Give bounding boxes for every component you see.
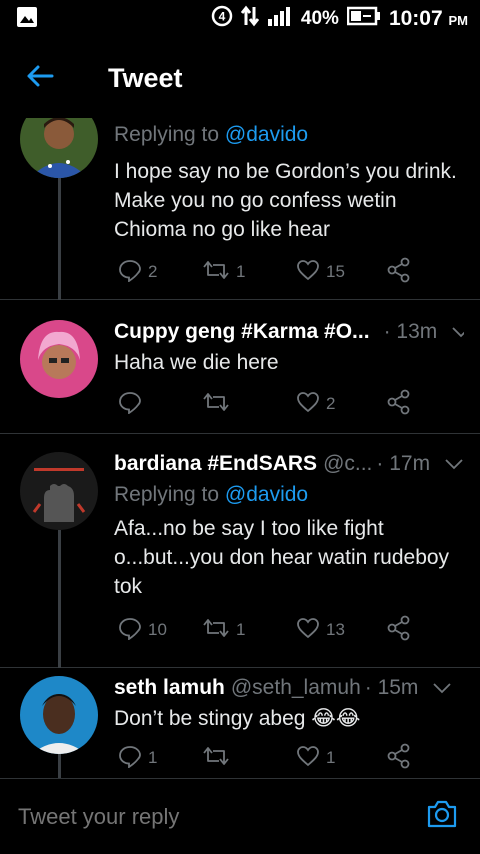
like-button[interactable]: 2 [296,390,335,419]
share-button[interactable] [386,615,412,646]
reply-count: 1 [148,748,158,767]
tweet-actions: 2 [114,388,454,420]
clock: 10:07 PM [388,7,468,30]
reply-button[interactable]: 1 [118,744,157,773]
retweet-count: 1 [236,262,246,281]
display-name[interactable]: Cuppy geng #Karma #O... [114,320,370,344]
camera-button[interactable] [422,797,462,837]
heart-icon [296,616,320,645]
tweet[interactable]: Replying to @davido I hope say no be Gor… [0,118,480,300]
back-button[interactable] [0,38,80,118]
tweet-actions: 1 1 [114,742,454,774]
like-button[interactable]: 1 [296,744,335,773]
data-saver-icon: 4 [211,5,233,33]
timestamp: · 13m [383,320,438,343]
tweet-text: Haha we die here [114,351,279,374]
username[interactable]: @c... [323,452,372,476]
avatar[interactable] [20,118,98,178]
share-icon [386,615,412,646]
timestamp: · 17m [376,452,431,475]
gallery-notification-icon [16,6,38,33]
chevron-down-icon[interactable] [444,452,464,476]
thread-line [58,530,61,668]
tweet-meta: Cuppy geng #Karma #O... · 13m [114,316,464,348]
chevron-down-icon[interactable] [451,320,464,344]
share-button[interactable] [386,389,412,420]
replying-to: Replying to @davido [114,123,309,146]
data-transfer-icon [240,5,260,33]
camera-icon [426,799,458,834]
tweet-meta: bardiana #EndSARS @c... · 17m [114,448,464,480]
share-button[interactable] [386,743,412,774]
thread-line [58,754,61,778]
reply-feed: Replying to @davido I hope say no be Gor… [0,118,480,778]
like-count: 13 [326,620,345,639]
top-app-bar: Tweet [0,38,480,118]
avatar[interactable] [20,452,98,530]
share-icon [386,743,412,774]
retweet-button[interactable] [202,390,236,419]
reply-button[interactable]: 10 [118,616,167,645]
signal-icon [267,5,293,33]
like-count: 2 [326,394,336,413]
username[interactable]: @seth_lamuh [231,676,361,700]
display-name[interactable]: seth lamuh [114,676,225,700]
svg-text:4: 4 [219,10,226,24]
tweet-actions: 2 1 15 [114,256,454,288]
tweet[interactable]: bardiana #EndSARS @c... · 17m Replying t… [0,434,480,668]
tweet-actions: 10 1 13 [114,614,454,646]
status-bar: 4 40% 10:07 PM [0,0,480,38]
like-button[interactable]: 13 [296,616,345,645]
avatar[interactable] [20,676,98,754]
like-button[interactable]: 15 [296,258,345,287]
retweet-button[interactable]: 1 [202,616,245,645]
tweet-text: Don’t be stingy abeg 😂😂 [114,707,361,730]
display-name[interactable]: bardiana #EndSARS [114,452,317,476]
reply-button[interactable] [118,390,148,419]
comment-icon [118,744,142,773]
replying-to: Replying to @davido [114,483,309,506]
timestamp: · 15m [364,676,419,699]
heart-icon [296,744,320,773]
retweet-count: 1 [236,620,246,639]
retweet-button[interactable]: 1 [202,258,245,287]
heart-icon [296,258,320,287]
tweet[interactable]: Cuppy geng #Karma #O... · 13m Haha we di… [0,300,480,434]
retweet-icon [202,390,230,419]
share-button[interactable] [386,257,412,288]
reply-button[interactable]: 2 [118,258,157,287]
mention-link[interactable]: @davido [225,483,308,506]
retweet-icon [202,616,230,645]
mention-link[interactable]: @davido [225,123,308,146]
thread-line [58,178,61,300]
tweet-text: Afa...no be say I too like fight o...but… [114,517,450,598]
retweet-icon [202,744,230,773]
retweet-button[interactable] [202,744,236,773]
battery-percent: 40% [300,8,339,29]
battery-icon [346,6,381,32]
arrow-left-icon [26,64,54,93]
tweet-text: I hope say no be Gordon’s you drink. Mak… [114,160,457,241]
reply-input[interactable] [18,803,422,830]
share-icon [386,389,412,420]
like-count: 1 [326,748,336,767]
like-count: 15 [326,262,345,281]
heart-icon [296,390,320,419]
comment-icon [118,258,142,287]
tweet-meta: seth lamuh @seth_lamuh · 15m [114,672,464,704]
chevron-down-icon[interactable] [432,676,452,700]
reply-count: 10 [148,620,167,639]
reply-count: 2 [148,262,158,281]
avatar[interactable] [20,320,98,398]
share-icon [386,257,412,288]
comment-icon [118,616,142,645]
tweet[interactable]: seth lamuh @seth_lamuh · 15m Don’t be st… [0,668,480,778]
retweet-icon [202,258,230,287]
reply-composer [0,778,480,854]
page-title: Tweet [108,62,183,93]
comment-icon [118,390,142,419]
